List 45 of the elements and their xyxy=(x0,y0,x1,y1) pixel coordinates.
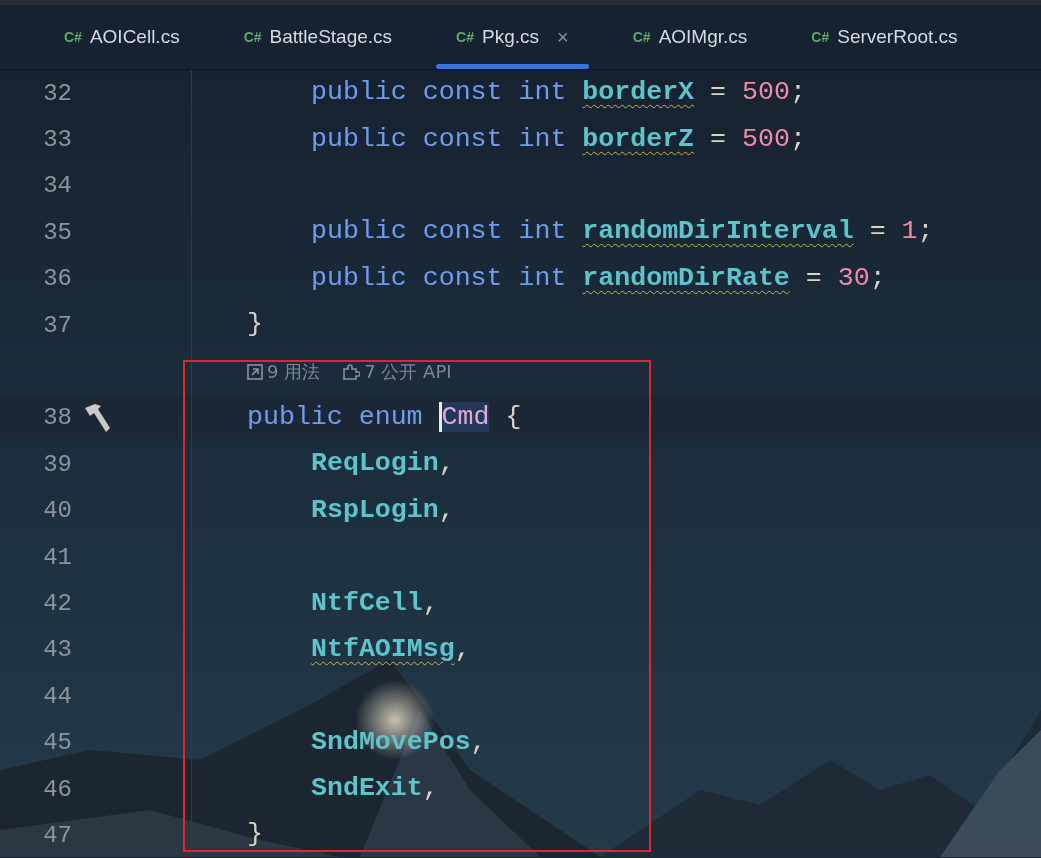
line-number: 35 xyxy=(42,218,72,246)
code-line: public const int borderZ = 500; xyxy=(311,123,806,156)
line-number: 41 xyxy=(42,543,72,571)
line-number: 36 xyxy=(42,265,72,293)
code-line: SndMovePos, xyxy=(311,726,487,759)
line-number: 38 xyxy=(42,404,72,432)
csharp-file-icon: C# xyxy=(243,29,262,45)
csharp-file-icon: C# xyxy=(811,29,830,45)
code-line: public const int randomDirInterval = 1; xyxy=(311,216,934,249)
code-line: public const int randomDirRate = 30; xyxy=(311,262,886,295)
api-count[interactable]: 7 公开 API xyxy=(364,360,452,383)
line-number: 47 xyxy=(42,821,72,849)
usages-count[interactable]: 9 用法 xyxy=(267,360,321,383)
file-tab[interactable]: C# BattleStage.cs xyxy=(221,5,415,69)
line-number: 39 xyxy=(42,450,72,478)
csharp-file-icon: C# xyxy=(64,29,82,45)
puzzle-icon xyxy=(342,363,361,381)
line-number: 33 xyxy=(42,126,72,154)
line-number: 44 xyxy=(42,682,72,710)
usages-hint[interactable]: 9 用法 xyxy=(247,360,321,383)
close-icon[interactable]: × xyxy=(557,25,569,49)
code-line: public const int borderX = 500; xyxy=(311,77,806,110)
file-tab[interactable]: C# AOIMgr.cs xyxy=(610,5,770,69)
line-number: 43 xyxy=(42,636,72,664)
code-line: } xyxy=(247,819,263,852)
line-number: 34 xyxy=(42,172,72,200)
code-line: SndExit, xyxy=(311,773,439,805)
file-tab[interactable]: C# AOICell.cs xyxy=(42,5,202,69)
csharp-file-icon: C# xyxy=(632,29,651,45)
arrow-box-icon xyxy=(247,363,263,380)
code-line: public enum Cmd { xyxy=(247,401,522,434)
line-number: 32 xyxy=(42,79,72,107)
line-number: 45 xyxy=(42,729,72,757)
file-tab[interactable]: C# ServerRoot.cs xyxy=(789,5,980,69)
code-line: } xyxy=(247,309,263,342)
code-line: NtfCell, xyxy=(311,587,439,620)
code-line: RspLogin, xyxy=(311,494,455,527)
line-number: 46 xyxy=(42,775,72,803)
code-line: NtfAOIMsg, xyxy=(311,633,471,666)
line-number: 42 xyxy=(42,590,72,617)
line-number: 40 xyxy=(42,497,72,525)
csharp-file-icon: C# xyxy=(456,29,474,45)
code-line: ReqLogin, xyxy=(311,448,455,481)
line-number: 37 xyxy=(42,311,72,339)
file-tab[interactable]: C# Pkg.cs × xyxy=(434,5,591,69)
